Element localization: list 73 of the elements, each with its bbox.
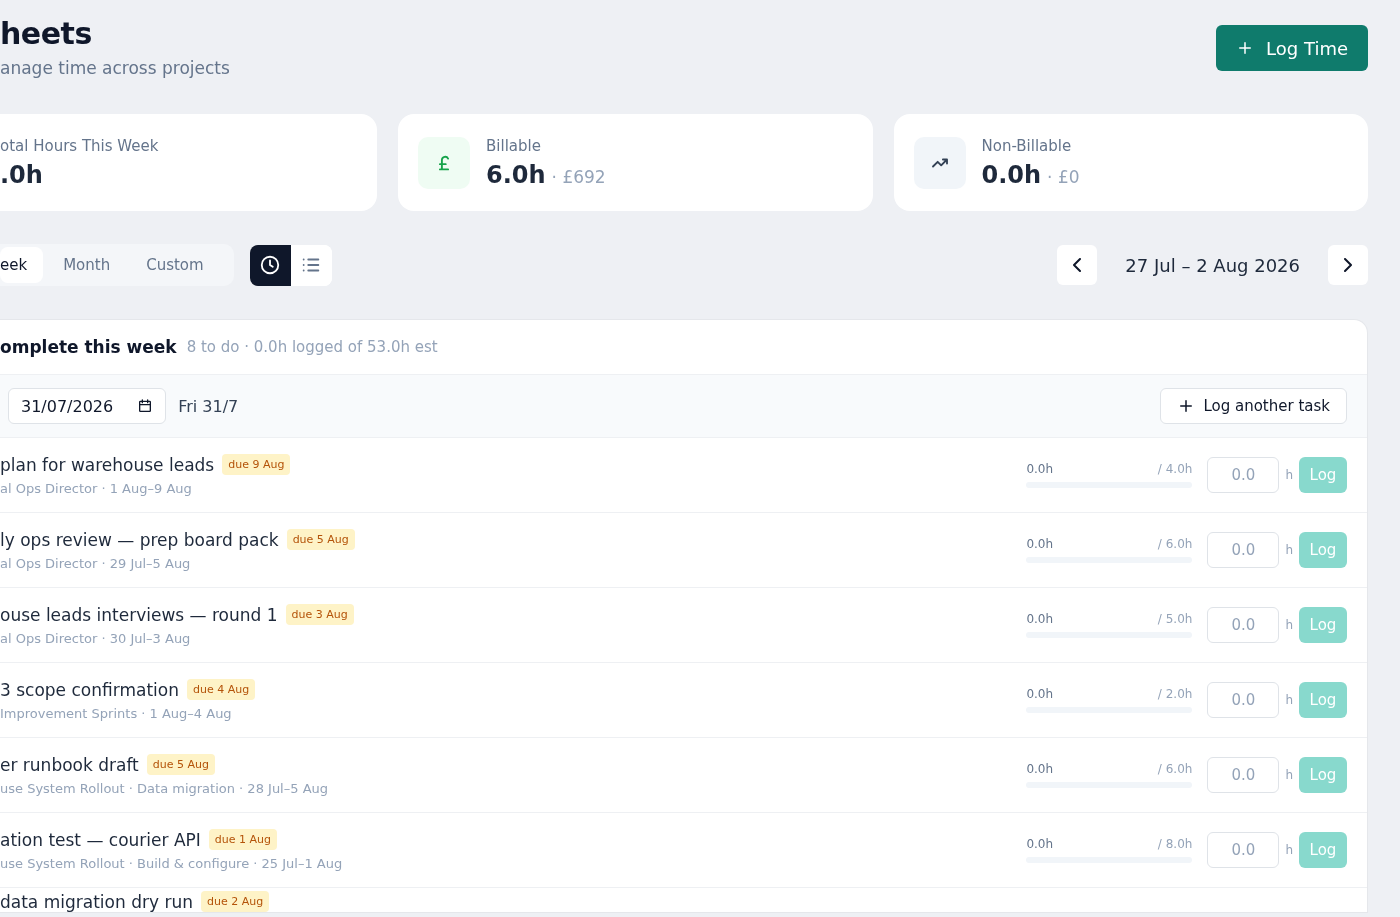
stat-value: 6.0h [486, 160, 546, 189]
logged-hours: 0.0h [1026, 837, 1054, 851]
hours-unit: h [1285, 618, 1293, 632]
calendar-icon [137, 398, 154, 414]
logged-hours: 0.0h [1026, 687, 1054, 701]
period-tab[interactable]: Custom [130, 247, 220, 283]
due-badge: due 5 Aug [286, 529, 355, 550]
hours-input[interactable]: 0.0 [1207, 757, 1280, 793]
task-title: data migration dry run [0, 891, 193, 912]
stat-label: Billable [486, 136, 542, 155]
page-subtitle: anage time across projects [0, 58, 230, 78]
due-badge: due 3 Aug [285, 604, 354, 625]
task-title: plan for warehouse leads [0, 454, 215, 475]
previous-week-button[interactable] [1057, 245, 1098, 285]
day-label: Fri 31/7 [178, 396, 239, 416]
task-meta: al Ops Director · 29 Jul–5 Aug [0, 556, 192, 571]
due-badge: due 1 Aug [208, 829, 278, 850]
pound-icon [418, 136, 470, 189]
logged-hours: 0.0h [1026, 462, 1054, 476]
stat-value: 0.0h [981, 160, 1042, 189]
due-badge: due 5 Aug [146, 754, 215, 775]
hours-input[interactable]: 0.0 [1207, 607, 1280, 643]
task-title: 3 scope confirmation [0, 679, 179, 700]
panel-title: omplete this week [0, 337, 177, 357]
hours-input[interactable]: 0.0 [1207, 682, 1280, 718]
trend-up-icon [913, 136, 966, 189]
chevron-left-icon [1073, 258, 1082, 272]
task-meta: al Ops Director · 30 Jul–3 Aug [0, 631, 192, 646]
log-time-button[interactable]: Log Time [1216, 25, 1368, 71]
page-title: heets [0, 15, 93, 53]
estimated-hours: / 6.0h [1157, 537, 1193, 551]
task-meta: use System Rollout · Build & configure · 25 Jul–1 Aug [0, 856, 344, 871]
stat-label: Non-Billable [981, 136, 1073, 155]
task-meta: al Ops Director · 1 Aug–9 Aug [0, 481, 193, 496]
estimated-hours: / 5.0h [1157, 612, 1193, 626]
stat-value: .0h [0, 160, 43, 189]
logged-hours: 0.0h [1026, 612, 1054, 626]
estimated-hours: / 2.0h [1157, 687, 1193, 701]
stat-amount: · £0 [1047, 166, 1080, 187]
task-meta: use System Rollout · Data migration · 28 Jul–5 Aug [0, 781, 330, 796]
period-tab[interactable]: eek [0, 247, 44, 283]
hours-unit: h [1285, 768, 1293, 782]
task-title: ly ops review — prep board pack [0, 529, 279, 550]
estimated-hours: / 4.0h [1157, 462, 1193, 476]
hours-input[interactable]: 0.0 [1207, 832, 1280, 868]
panel-summary: 8 to do · 0.0h logged of 53.0h est [186, 338, 438, 356]
due-badge: due 2 Aug [200, 891, 270, 912]
task-title: er runbook draft [0, 754, 139, 775]
hours-input[interactable]: 0.0 [1207, 532, 1280, 568]
hours-unit: h [1285, 843, 1293, 857]
due-badge: due 9 Aug [222, 454, 291, 475]
task-meta: Improvement Sprints · 1 Aug–4 Aug [0, 706, 233, 721]
stat-label: otal Hours This Week [0, 136, 159, 155]
date-range: 27 Jul – 2 Aug 2026 [1125, 254, 1300, 276]
log-another-task-button[interactable]: Log another task [1160, 388, 1347, 424]
chevron-right-icon [1344, 258, 1352, 272]
hours-unit: h [1285, 468, 1293, 482]
date-field[interactable]: 31/07/2026 [8, 388, 167, 424]
estimated-hours: / 6.0h [1157, 762, 1193, 776]
estimated-hours: / 8.0h [1157, 837, 1193, 851]
stat-amount: · £692 [551, 166, 606, 187]
clock-icon [259, 254, 282, 276]
period-tab[interactable]: Month [47, 247, 127, 283]
task-title: ouse leads interviews — round 1 [0, 604, 278, 625]
logged-hours: 0.0h [1026, 762, 1054, 776]
hours-input[interactable]: 0.0 [1207, 457, 1280, 493]
logged-hours: 0.0h [1026, 537, 1054, 551]
due-badge: due 4 Aug [186, 679, 256, 700]
clock-view-button[interactable] [249, 244, 291, 286]
next-week-button[interactable] [1328, 245, 1368, 285]
task-title: ation test — courier API [0, 829, 201, 850]
hours-unit: h [1285, 693, 1293, 707]
hours-unit: h [1285, 543, 1293, 557]
